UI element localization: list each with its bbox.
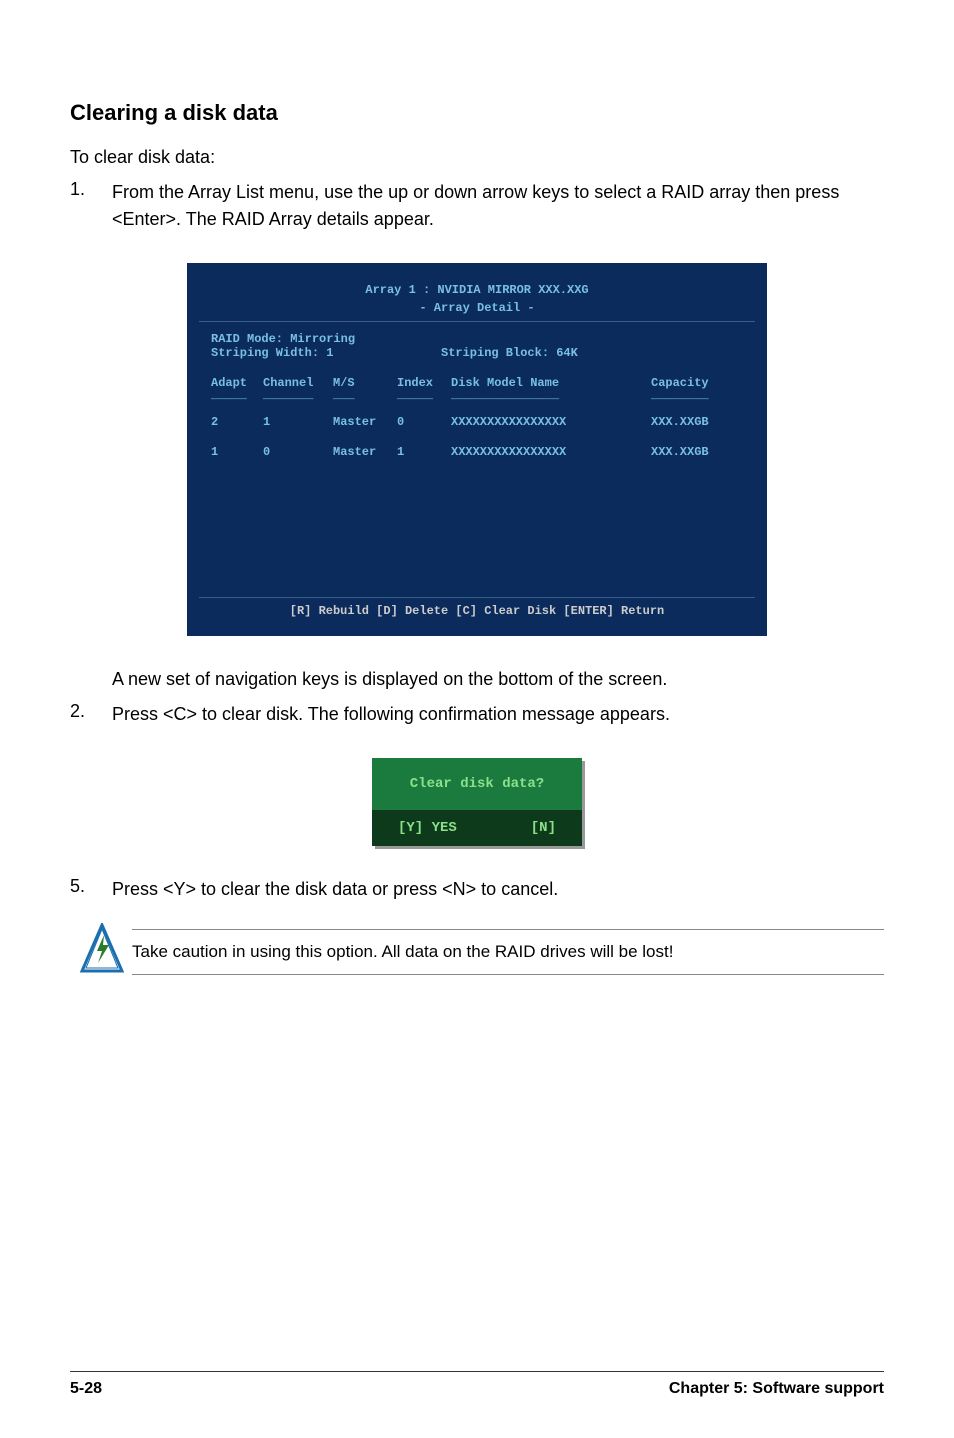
raid-mode-label: RAID Mode: Mirroring [199, 332, 755, 346]
page-footer: 5-28 Chapter 5: Software support [70, 1371, 884, 1398]
cell-model: XXXXXXXXXXXXXXXX [451, 445, 651, 459]
step-1: 1. From the Array List menu, use the up … [70, 179, 884, 233]
step-5: 5. Press <Y> to clear the disk data or p… [70, 876, 884, 903]
raid-empty-space [199, 459, 755, 589]
section-heading: Clearing a disk data [70, 100, 884, 126]
table-row: 1 0 Master 1 XXXXXXXXXXXXXXXX XXX.XXGB [199, 445, 755, 459]
confirm-no-label: [N] [531, 820, 556, 836]
step-2-number: 2. [70, 701, 112, 728]
step-5-text: Press <Y> to clear the disk data or pres… [112, 876, 884, 903]
cell-capacity: XXX.XXGB [651, 415, 755, 429]
page-number: 5-28 [70, 1380, 102, 1398]
step-2: 2. Press <C> to clear disk. The followin… [70, 701, 884, 728]
cell-adapt: 1 [211, 445, 263, 459]
confirm-dialog: Clear disk data? [Y] YES [N] [372, 758, 582, 846]
cell-ms: Master [333, 445, 397, 459]
caution-note: Take caution in using this option. All d… [80, 923, 884, 980]
raid-header-rule: _____ _______ ___ _____ _______________ … [199, 392, 755, 399]
step-1-text: From the Array List menu, use the up or … [112, 179, 884, 233]
confirm-yes-label: [Y] YES [398, 820, 457, 836]
cell-index: 0 [397, 415, 451, 429]
cell-capacity: XXX.XXGB [651, 445, 755, 459]
step-5-number: 5. [70, 876, 112, 903]
raid-footer-keys: [R] Rebuild [D] Delete [C] Clear Disk [E… [199, 597, 755, 622]
intro-text: To clear disk data: [70, 144, 884, 171]
step-1-number: 1. [70, 179, 112, 233]
table-row: 2 1 Master 0 XXXXXXXXXXXXXXXX XXX.XXGB [199, 415, 755, 429]
cell-model: XXXXXXXXXXXXXXXX [451, 415, 651, 429]
raid-title-line1: Array 1 : NVIDIA MIRROR XXX.XXG [199, 277, 755, 301]
caution-text: Take caution in using this option. All d… [132, 929, 884, 975]
confirm-options: [Y] YES [N] [372, 810, 582, 846]
raid-block-label: Striping Block: 64K [441, 346, 755, 360]
raid-striping-row: Striping Width: 1 Striping Block: 64K [199, 346, 755, 360]
cell-index: 1 [397, 445, 451, 459]
cell-adapt: 2 [211, 415, 263, 429]
chapter-label: Chapter 5: Software support [669, 1380, 884, 1398]
cell-ms: Master [333, 415, 397, 429]
lightning-icon [80, 923, 132, 980]
cell-channel: 0 [263, 445, 333, 459]
confirm-question: Clear disk data? [372, 758, 582, 810]
below-panel-text: A new set of navigation keys is displaye… [112, 666, 884, 693]
step-2-text: Press <C> to clear disk. The following c… [112, 701, 884, 728]
cell-channel: 1 [263, 415, 333, 429]
raid-title-line2: - Array Detail - [199, 301, 755, 322]
raid-panel: Array 1 : NVIDIA MIRROR XXX.XXG - Array … [187, 263, 767, 636]
raid-width-label: Striping Width: 1 [211, 346, 441, 360]
